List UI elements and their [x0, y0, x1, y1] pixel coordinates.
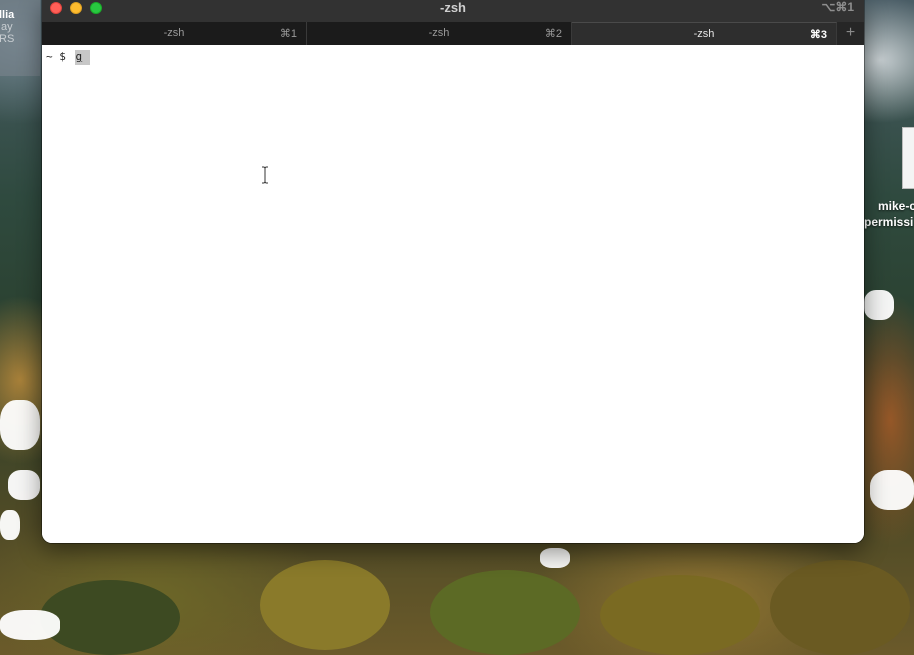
widget-line: ay — [1, 21, 13, 33]
terminal-cursor: g — [74, 50, 90, 65]
desktop-widget[interactable]: llia ay IRS — [0, 0, 40, 76]
wallpaper-tree — [600, 575, 760, 655]
wallpaper-snow — [0, 610, 60, 640]
widget-line: llia — [0, 9, 15, 21]
wallpaper-tree — [260, 560, 390, 650]
tab-bar: -zsh ⌘1 -zsh ⌘2 -zsh ⌘3 + — [42, 22, 864, 45]
prompt: ~ $ — [46, 50, 73, 63]
typed-input: g — [75, 50, 83, 63]
wallpaper-tree — [770, 560, 910, 655]
new-tab-button[interactable]: + — [837, 22, 864, 45]
tab-shortcut: ⌘3 — [809, 29, 827, 41]
tab-shortcut: ⌘2 — [544, 28, 562, 40]
file-label-line: mike-c — [878, 199, 914, 213]
terminal-content[interactable]: ~ $ g — [42, 45, 864, 543]
text-cursor-icon — [262, 166, 268, 184]
wallpaper-snow — [864, 290, 894, 320]
document-icon — [902, 127, 914, 189]
terminal-window: -zsh ⌥⌘1 -zsh ⌘1 -zsh ⌘2 -zsh ⌘3 + ~ $ g — [42, 0, 864, 543]
tab-label: -zsh — [163, 27, 185, 39]
wallpaper-tree — [430, 570, 580, 655]
widget-line: IRS — [0, 33, 15, 45]
tab-label: -zsh — [428, 27, 450, 39]
prompt-line: ~ $ g — [46, 50, 90, 65]
file-label-line: permissi — [864, 215, 914, 229]
window-shortcut: ⌥⌘1 — [821, 0, 854, 14]
window-title: -zsh — [440, 0, 466, 15]
wallpaper-tree — [40, 580, 180, 655]
wallpaper-snow — [540, 548, 570, 568]
wallpaper-snow — [870, 470, 914, 510]
tab-label: -zsh — [693, 28, 715, 40]
desktop-file[interactable]: mike-c permissi — [864, 122, 914, 232]
desktop-file-label: mike-c permissi — [864, 198, 914, 230]
tab-2[interactable]: -zsh ⌘2 — [307, 22, 572, 45]
plus-icon: + — [845, 24, 856, 41]
wallpaper-snow — [0, 400, 40, 450]
tab-shortcut: ⌘1 — [279, 28, 297, 40]
wallpaper-snow — [8, 470, 40, 500]
wallpaper-snow — [0, 510, 20, 540]
tab-1[interactable]: -zsh ⌘1 — [42, 22, 307, 45]
tab-3[interactable]: -zsh ⌘3 — [572, 22, 837, 45]
title-bar[interactable]: -zsh ⌥⌘1 — [42, 0, 864, 22]
